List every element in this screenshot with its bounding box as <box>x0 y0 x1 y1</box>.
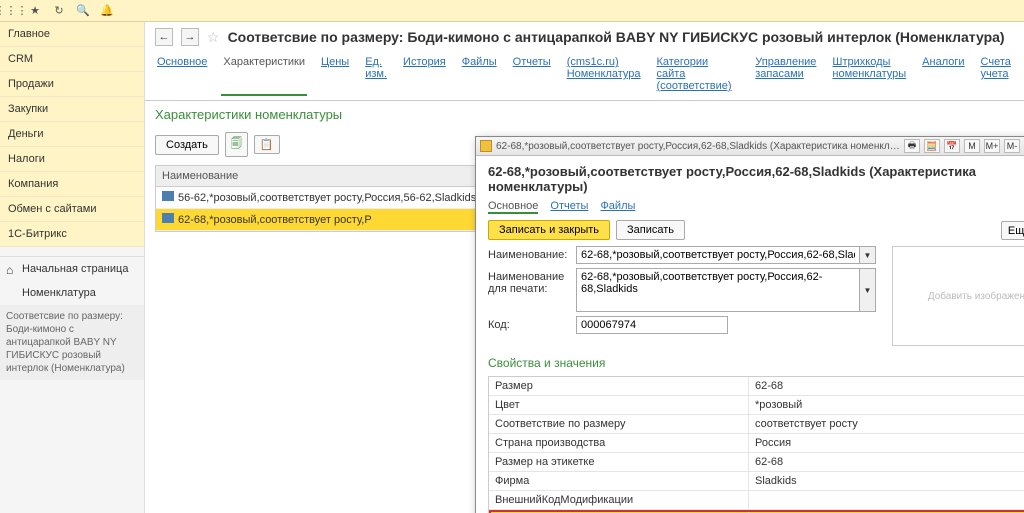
tab-prices[interactable]: Цены <box>319 52 351 96</box>
print-name-field[interactable]: 62-68,*розовый,соответствует росту,Росси… <box>576 268 860 312</box>
tb-cal-icon[interactable]: 📅 <box>944 139 960 153</box>
row-icon <box>162 191 174 201</box>
sidebar-item-purchase[interactable]: Закупки <box>0 97 144 122</box>
modal-tab-files[interactable]: Файлы <box>600 200 635 214</box>
more-button[interactable]: Еще ▾ <box>1001 221 1024 240</box>
prop-row[interactable]: Размер на этикетке62-68 <box>489 453 1024 472</box>
copy-button[interactable]: 🗐 <box>225 132 248 157</box>
save-button[interactable]: Записать <box>616 220 685 240</box>
tab-analogs[interactable]: Аналоги <box>920 52 966 96</box>
row-icon <box>162 213 174 223</box>
row-name: 56-62,*розовый,соответствует росту,Росси… <box>178 192 476 204</box>
props-section-title: Свойства и значения <box>488 356 1024 370</box>
name-field[interactable] <box>576 246 860 264</box>
prop-row[interactable]: Соответствие по размерусоответствует рос… <box>489 415 1024 434</box>
chevron-down-icon[interactable]: ▼ <box>860 268 876 312</box>
row-name: 62-68,*розовый,соответствует росту,Р <box>178 214 372 226</box>
sidebar-item-main[interactable]: Главное <box>0 22 144 47</box>
image-placeholder[interactable]: Добавить изображение <box>892 246 1024 346</box>
modal-tab-reports[interactable]: Отчеты <box>550 200 588 214</box>
prop-row[interactable]: Размер62-68 <box>489 377 1024 396</box>
sidebar-item-bitrix[interactable]: 1С-Битрикс <box>0 222 144 247</box>
app-topbar: ⋮⋮⋮ ★ ↻ 🔍 🔔 <box>0 0 1024 22</box>
tb-print-icon[interactable]: 🖶 <box>904 139 920 153</box>
breadcrumb: Соответсвие по размеру: Боди-кимоно с ан… <box>0 305 144 380</box>
history-icon[interactable]: ↻ <box>52 4 66 18</box>
sidebar-item-sync[interactable]: Обмен с сайтами <box>0 197 144 222</box>
dialog-titlebar[interactable]: 62-68,*розовый,соответствует росту,Росси… <box>476 137 1024 156</box>
tb-m-icon[interactable]: M <box>964 139 980 153</box>
app-icon <box>480 140 492 152</box>
tab-files[interactable]: Файлы <box>460 52 499 96</box>
tab-history[interactable]: История <box>401 52 448 96</box>
sidebar-nomenclature[interactable]: Номенклатура <box>0 281 144 305</box>
tab-units[interactable]: Ед. изм. <box>363 52 389 96</box>
sidebar-home[interactable]: Начальная страница <box>0 257 144 281</box>
sidebar-item-sales[interactable]: Продажи <box>0 72 144 97</box>
dialog-title: 62-68,*розовый,соответствует росту,Росси… <box>488 164 1024 194</box>
code-field[interactable] <box>576 316 728 334</box>
tb-calc-icon[interactable]: 🧮 <box>924 139 940 153</box>
star-icon[interactable]: ★ <box>28 4 42 18</box>
favorite-icon[interactable]: ☆ <box>207 29 220 46</box>
modal-tab-main[interactable]: Основное <box>488 200 538 214</box>
sidebar-item-money[interactable]: Деньги <box>0 122 144 147</box>
tab-characteristics[interactable]: Характеристики <box>221 52 307 96</box>
tab-cms1c[interactable]: (cms1c.ru) Номенклатура <box>565 52 643 96</box>
tab-main[interactable]: Основное <box>155 52 209 96</box>
code-label: Код: <box>488 316 568 331</box>
sidebar-item-company[interactable]: Компания <box>0 172 144 197</box>
sidebar: Главное CRM Продажи Закупки Деньги Налог… <box>0 22 145 513</box>
sidebar-item-crm[interactable]: CRM <box>0 47 144 72</box>
props-table: Размер62-68 Цвет*розовый Соответствие по… <box>488 376 1024 513</box>
print-button[interactable]: 📋 <box>254 135 280 154</box>
create-button[interactable]: Создать <box>155 135 219 155</box>
page-tabs: Основное Характеристики Цены Ед. изм. Ис… <box>145 52 1024 101</box>
tab-site-cats[interactable]: Категории сайта (соответствие) <box>655 52 742 96</box>
tab-stock[interactable]: Управление запасами <box>753 52 818 96</box>
apps-icon[interactable]: ⋮⋮⋮ <box>4 4 18 18</box>
back-button[interactable]: ← <box>155 28 173 46</box>
page-title: Соответсвие по размеру: Боди-кимоно с ан… <box>228 29 1005 45</box>
name-label: Наименование: <box>488 246 568 261</box>
sidebar-item-taxes[interactable]: Налоги <box>0 147 144 172</box>
prop-row[interactable]: ВнешнийКодМодификации <box>489 491 1024 510</box>
prop-row[interactable]: Страна производстваРоссия <box>489 434 1024 453</box>
tb-mminus-icon[interactable]: M- <box>1004 139 1020 153</box>
tab-reports[interactable]: Отчеты <box>511 52 553 96</box>
prop-row[interactable]: Цвет*розовый <box>489 396 1024 415</box>
characteristic-dialog: 62-68,*розовый,соответствует росту,Росси… <box>475 136 1024 513</box>
print-name-label: Наименование для печати: <box>488 268 568 295</box>
forward-button[interactable]: → <box>181 28 199 46</box>
dialog-caption: 62-68,*розовый,соответствует росту,Росси… <box>496 141 900 152</box>
chevron-down-icon[interactable]: ▼ <box>860 246 876 264</box>
notify-icon[interactable]: 🔔 <box>100 4 114 18</box>
tab-barcodes[interactable]: Штрихкоды номенклатуры <box>830 52 908 96</box>
section-subtitle: Характеристики номенклатуры <box>145 101 1024 128</box>
save-close-button[interactable]: Записать и закрыть <box>488 220 610 240</box>
search-icon[interactable]: 🔍 <box>76 4 90 18</box>
tab-accounts[interactable]: Счета учета <box>979 52 1014 96</box>
tb-mplus-icon[interactable]: M+ <box>984 139 1000 153</box>
prop-row[interactable]: ФирмаSladkids <box>489 472 1024 491</box>
